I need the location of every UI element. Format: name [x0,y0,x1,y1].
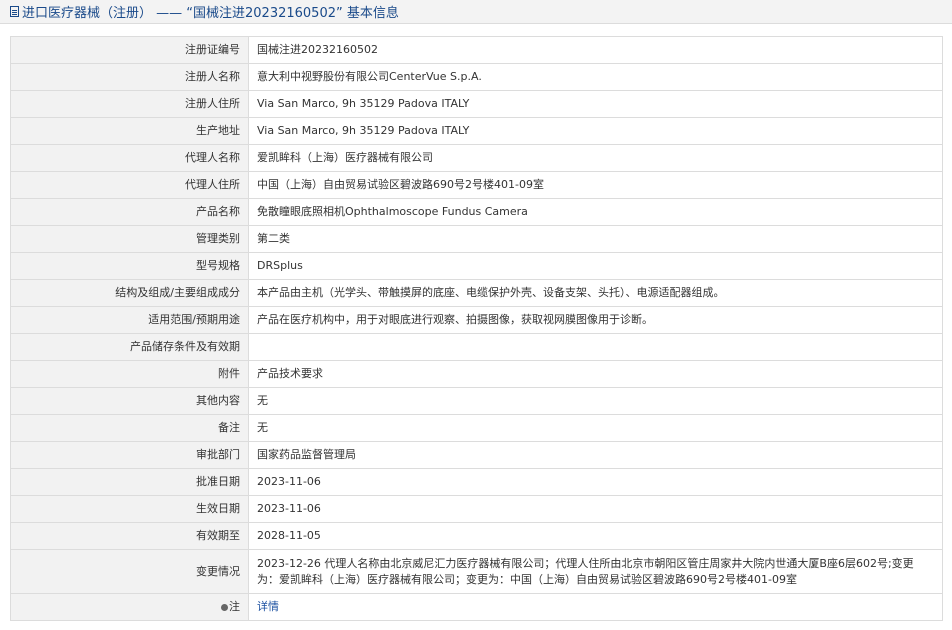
row-value: 意大利中视野股份有限公司CenterVue S.p.A. [248,63,943,91]
table-row: 注册证编号 国械注进20232160502 [10,36,943,64]
row-label: 批准日期 [10,468,249,496]
row-value: 免散瞳眼底照相机Ophthalmoscope Fundus Camera [248,198,943,226]
table-row: 变更情况 2023-12-26 代理人名称由北京威尼汇力医疗器械有限公司；代理人住… [10,549,943,594]
info-table: 注册证编号 国械注进20232160502 注册人名称 意大利中视野股份有限公司Ce… [10,36,943,621]
row-value: 2023-12-26 代理人名称由北京威尼汇力医疗器械有限公司；代理人住所由北京… [248,549,943,594]
table-row: 结构及组成/主要组成成分 本产品由主机（光学头、带触摸屏的底座、电缆保护外壳、设备… [10,279,943,307]
row-value: 本产品由主机（光学头、带触摸屏的底座、电缆保护外壳、设备支架、头托）、电源适配器… [248,279,943,307]
row-label: 备注 [10,414,249,442]
table-row: 适用范围/预期用途 产品在医疗机构中，用于对眼底进行观察、拍摄图像，获取视网膜图像… [10,306,943,334]
table-row: 附件 产品技术要求 [10,360,943,388]
row-value: 2023-11-06 [248,495,943,523]
pin-icon [221,603,228,611]
row-value: 第二类 [248,225,943,253]
table-row: 生效日期 2023-11-06 [10,495,943,523]
table-row: 批准日期 2023-11-06 [10,468,943,496]
table-row: 型号规格 DRSplus [10,252,943,280]
row-value: 国家药品监督管理局 [248,441,943,469]
table-row: 代理人住所 中国（上海）自由贸易试验区碧波路690号2号楼401-09室 [10,171,943,199]
row-value: 爱凯眸科（上海）医疗器械有限公司 [248,144,943,172]
row-label: 型号规格 [10,252,249,280]
note-value-cell: 详情 [248,593,943,621]
detail-link[interactable]: 详情 [257,600,279,613]
table-row: 审批部门 国家药品监督管理局 [10,441,943,469]
row-label: 变更情况 [10,549,249,594]
row-label: 管理类别 [10,225,249,253]
page-title: 进口医疗器械（注册） —— “国械注进20232160502” 基本信息 [0,0,952,24]
table-row: 备注无 [10,414,943,442]
table-row: 注册人住所 Via San Marco, 9h 35129 Padova ITAL… [10,90,943,118]
row-label: 产品名称 [10,198,249,226]
table-row: 代理人名称 爱凯眸科（上海）医疗器械有限公司 [10,144,943,172]
row-label: 产品储存条件及有效期 [10,333,249,361]
row-value: 2023-11-06 [248,468,943,496]
row-value: 无 [248,387,943,415]
note-label-cell: 注 [10,593,249,621]
table-row: 其他内容无 [10,387,943,415]
document-icon [10,6,19,17]
row-label: 代理人名称 [10,144,249,172]
row-value: DRSplus [248,252,943,280]
note-label: 注 [229,600,240,613]
row-value: 国械注进20232160502 [248,36,943,64]
row-label: 注册证编号 [10,36,249,64]
table-row: 管理类别 第二类 [10,225,943,253]
row-label: 适用范围/预期用途 [10,306,249,334]
table-row: 有效期至 2028-11-05 [10,522,943,550]
note-row: 注 详情 [10,593,943,621]
row-value: 产品技术要求 [248,360,943,388]
row-label: 有效期至 [10,522,249,550]
page-title-text: 进口医疗器械（注册） —— “国械注进20232160502” 基本信息 [22,6,399,21]
row-label: 审批部门 [10,441,249,469]
row-value: Via San Marco, 9h 35129 Padova ITALY [248,117,943,145]
row-value [248,333,943,361]
row-label: 注册人名称 [10,63,249,91]
row-label: 附件 [10,360,249,388]
table-row: 产品储存条件及有效期 [10,333,943,361]
table-row: 产品名称 免散瞳眼底照相机Ophthalmoscope Fundus Camera [10,198,943,226]
row-value: 产品在医疗机构中，用于对眼底进行观察、拍摄图像，获取视网膜图像用于诊断。 [248,306,943,334]
row-label: 结构及组成/主要组成成分 [10,279,249,307]
row-value: 无 [248,414,943,442]
row-label: 注册人住所 [10,90,249,118]
row-value: Via San Marco, 9h 35129 Padova ITALY [248,90,943,118]
row-label: 代理人住所 [10,171,249,199]
row-label: 生产地址 [10,117,249,145]
table-row: 注册人名称 意大利中视野股份有限公司CenterVue S.p.A. [10,63,943,91]
row-value: 2028-11-05 [248,522,943,550]
row-label: 其他内容 [10,387,249,415]
table-row: 生产地址 Via San Marco, 9h 35129 Padova ITALY [10,117,943,145]
row-value: 中国（上海）自由贸易试验区碧波路690号2号楼401-09室 [248,171,943,199]
row-label: 生效日期 [10,495,249,523]
